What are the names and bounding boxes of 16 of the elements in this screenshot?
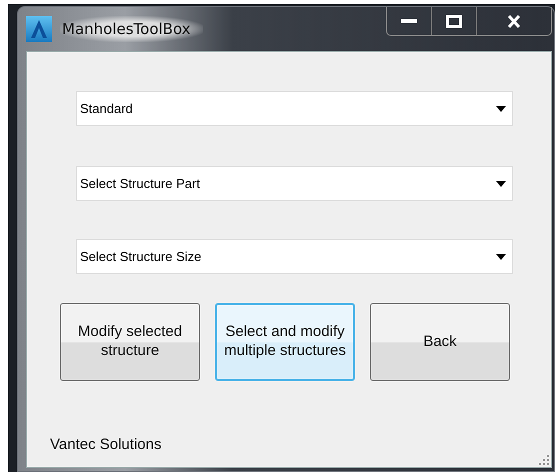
- action-button[interactable]: Back: [370, 303, 510, 381]
- window-title: ManholesToolBox: [60, 16, 203, 42]
- action-button[interactable]: Select and modify multiple structures: [215, 303, 355, 381]
- dropdown-arrow-icon: [496, 254, 506, 260]
- dropdown[interactable]: Standard: [76, 91, 513, 126]
- action-button[interactable]: Modify selected structure: [60, 303, 200, 381]
- company-label: Vantec Solutions: [50, 436, 162, 453]
- app-icon: [26, 16, 52, 42]
- dropdown-arrow-icon: [496, 106, 506, 112]
- dropdown-arrow-icon: [496, 180, 506, 186]
- close-icon: [507, 14, 521, 28]
- resize-grip-icon[interactable]: [539, 455, 549, 465]
- minimize-icon: [401, 18, 417, 24]
- maximize-icon: [446, 14, 462, 28]
- dropdown[interactable]: Select Structure Part: [76, 166, 513, 201]
- dropdown[interactable]: Select Structure Size: [76, 239, 513, 274]
